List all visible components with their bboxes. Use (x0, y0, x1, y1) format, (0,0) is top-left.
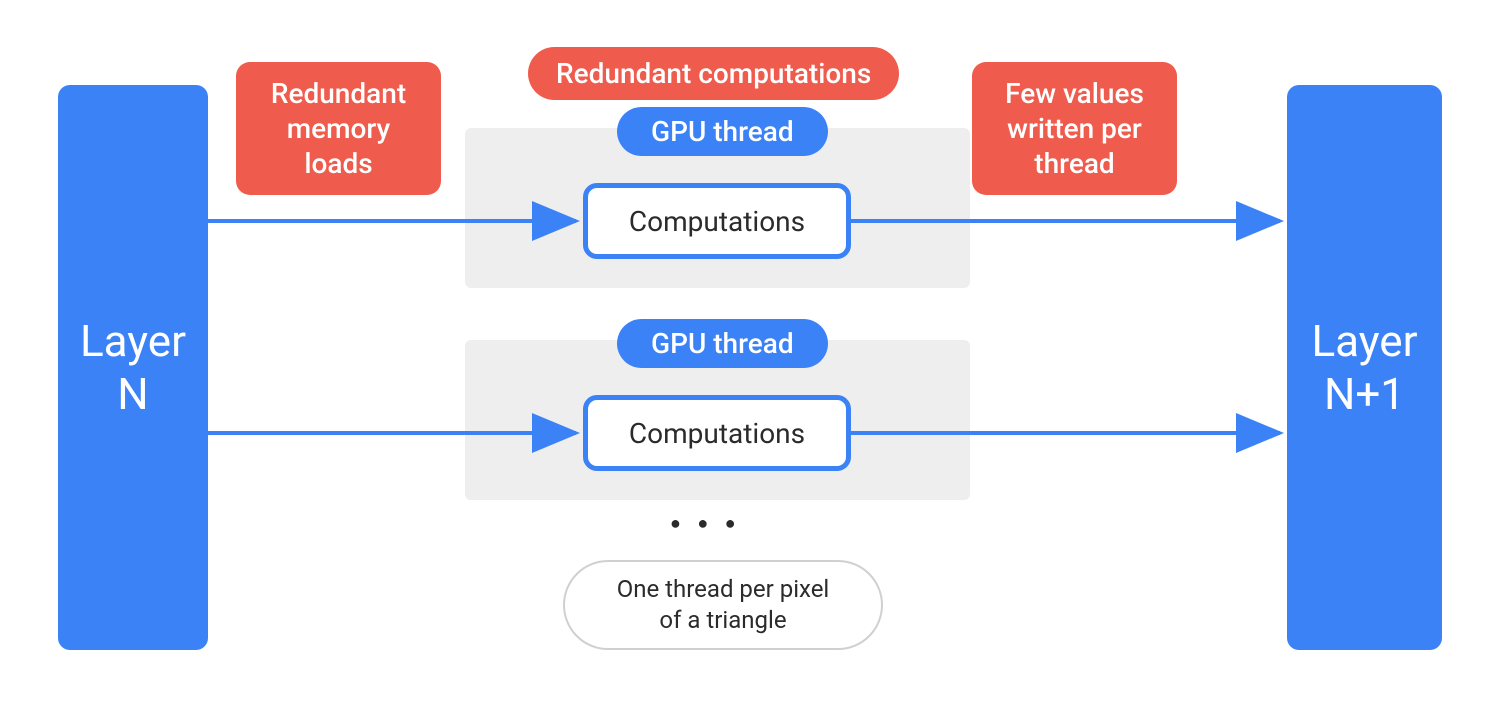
layer-n-label-2: N (117, 368, 148, 421)
footer-line1: One thread per pixel (599, 574, 847, 605)
callout-left-line1: Redundant (258, 76, 419, 111)
callout-right-line1: Few values (994, 76, 1155, 111)
layer-n-label-1: Layer (80, 315, 186, 368)
callout-few-values: Few values written per thread (972, 62, 1177, 195)
layer-n-box: Layer N (58, 85, 208, 650)
callout-left-line2: memory (258, 111, 419, 146)
layer-n1-label-1: Layer (1311, 315, 1417, 368)
callout-left-line3: loads (258, 146, 419, 181)
callout-right-line2: written per (994, 111, 1155, 146)
callout-right-line3: thread (994, 146, 1155, 181)
layer-n1-box: Layer N+1 (1287, 85, 1442, 650)
footer-line2: of a triangle (599, 605, 847, 636)
ellipsis-dots: ● ● ● (670, 513, 742, 534)
gpu-thread-pill-2: GPU thread (617, 319, 828, 368)
layer-n1-label-2: N+1 (1324, 368, 1405, 421)
computations-box-1: Computations (583, 183, 851, 259)
computations-box-2: Computations (583, 395, 851, 471)
callout-redundant-computations: Redundant computations (528, 47, 899, 100)
footer-caption: One thread per pixel of a triangle (563, 560, 883, 650)
gpu-thread-pill-1: GPU thread (617, 107, 828, 156)
callout-redundant-memory-loads: Redundant memory loads (236, 62, 441, 195)
